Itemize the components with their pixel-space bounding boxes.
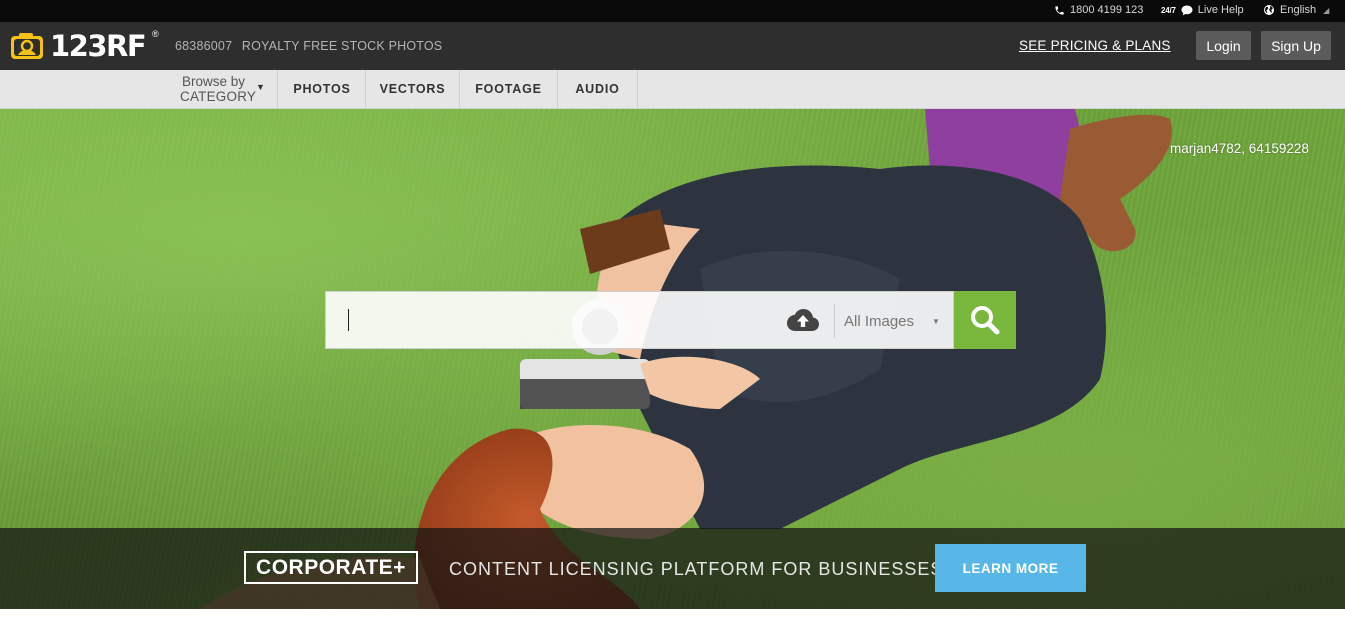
upload-cloud-icon[interactable] bbox=[786, 307, 820, 333]
signup-button[interactable]: Sign Up bbox=[1261, 31, 1331, 60]
language-selector[interactable]: English ◢ bbox=[1263, 4, 1329, 16]
search-icon bbox=[971, 306, 1000, 335]
corporate-banner: CORPORATE+ CONTENT LICENSING PLATFORM FO… bbox=[0, 528, 1345, 609]
language-label: English bbox=[1280, 4, 1317, 16]
learn-more-button[interactable]: LEARN MORE bbox=[935, 544, 1086, 592]
site-logo[interactable]: 123RF ® bbox=[10, 29, 159, 63]
search-bar: All Images ▼ bbox=[325, 291, 1016, 349]
image-type-select[interactable]: All Images ▼ bbox=[844, 292, 944, 350]
corporate-plus-logo: CORPORATE+ bbox=[244, 551, 418, 584]
support-hours-tag: 24/7 bbox=[1161, 5, 1176, 15]
globe-icon bbox=[1264, 5, 1274, 15]
browse-category-dropdown[interactable]: Browse by CATEGORY ▼ bbox=[171, 70, 278, 108]
browse-label-top: Browse by bbox=[182, 74, 246, 89]
chevron-down-icon: ▼ bbox=[256, 82, 265, 92]
phone-icon bbox=[1055, 5, 1064, 15]
search-divider bbox=[834, 304, 835, 338]
registered-mark: ® bbox=[152, 29, 159, 39]
phone-contact[interactable]: 1800 4199 123 bbox=[1054, 4, 1143, 16]
login-button[interactable]: Login bbox=[1196, 31, 1251, 60]
tab-photos[interactable]: PHOTOS bbox=[279, 70, 366, 108]
phone-number: 1800 4199 123 bbox=[1070, 4, 1144, 16]
live-help-link[interactable]: 24/7 Live Help bbox=[1161, 4, 1244, 16]
tab-vectors[interactable]: VECTORS bbox=[366, 70, 460, 108]
utility-bar: 1800 4199 123 24/7 Live Help English ◢ bbox=[0, 0, 1345, 22]
pricing-link[interactable]: SEE PRICING & PLANS bbox=[1019, 38, 1171, 53]
category-nav: Browse by CATEGORY ▼ PHOTOS VECTORS FOOT… bbox=[0, 70, 1345, 109]
camera-logo-icon bbox=[11, 33, 43, 59]
banner-headline: CONTENT LICENSING PLATFORM FOR BUSINESSE… bbox=[449, 559, 944, 579]
tab-footage[interactable]: FOOTAGE bbox=[460, 70, 558, 108]
chevron-down-icon: ◢ bbox=[1323, 5, 1330, 15]
photo-credit: marjan4782, 64159228 bbox=[1170, 141, 1309, 156]
tagline-text: ROYALTY FREE STOCK PHOTOS bbox=[241, 39, 443, 53]
chat-icon bbox=[1181, 5, 1193, 15]
header-tagline: 68386007 ROYALTY FREE STOCK PHOTOS bbox=[175, 39, 442, 53]
browse-label-bottom: CATEGORY bbox=[180, 89, 257, 104]
chevron-down-icon: ▼ bbox=[932, 317, 940, 326]
search-input[interactable]: All Images ▼ bbox=[325, 291, 954, 349]
image-type-label: All Images bbox=[844, 312, 915, 330]
hero-section: marjan4782, 64159228 All Images ▼ CORPOR… bbox=[0, 109, 1345, 609]
text-cursor bbox=[348, 309, 349, 331]
logo-wordmark: 123RF bbox=[50, 29, 147, 63]
live-help-label: Live Help bbox=[1197, 4, 1244, 16]
search-button[interactable] bbox=[954, 291, 1016, 349]
site-header: 123RF ® 68386007 ROYALTY FREE STOCK PHOT… bbox=[0, 22, 1345, 70]
tab-audio[interactable]: AUDIO bbox=[558, 70, 638, 108]
stock-count: 68386007 bbox=[175, 39, 233, 53]
